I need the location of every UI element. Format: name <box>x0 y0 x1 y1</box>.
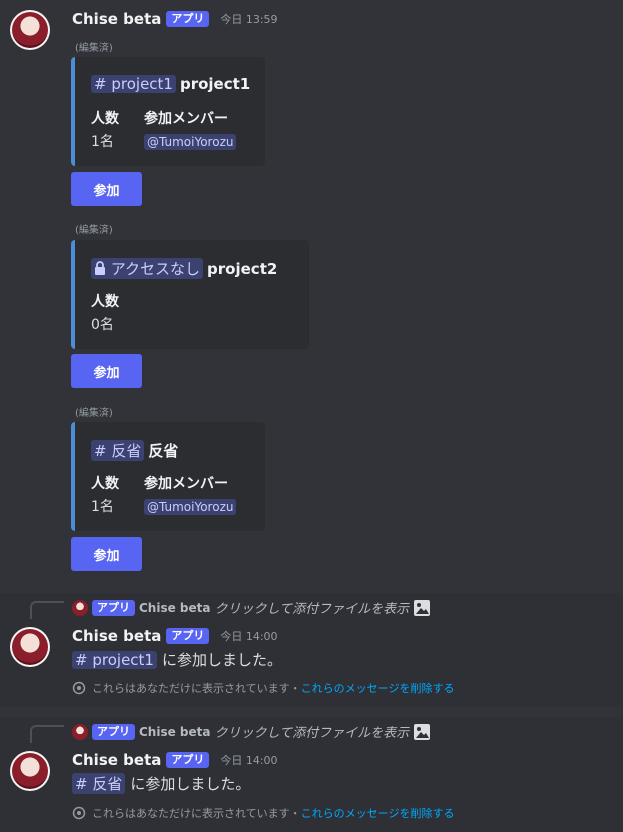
field-count-name: 人数 <box>91 111 119 127</box>
avatar[interactable] <box>10 10 50 50</box>
channel-mention[interactable]: # 反省 <box>91 440 145 461</box>
channel-mention[interactable]: # project1 <box>91 75 176 93</box>
app-badge: アプリ <box>166 628 210 644</box>
channel-mention[interactable]: アクセスなし <box>91 258 204 279</box>
reply-reference[interactable]: アプリ Chise beta クリックして添付ファイルを表示 <box>72 598 431 617</box>
eye-icon <box>72 806 86 820</box>
message-text: に参加しました。 <box>130 775 251 793</box>
app-badge: アプリ <box>92 723 135 740</box>
ephemeral-notice: これらはあなただけに表示されています・ これらのメッセージを削除する <box>72 680 454 696</box>
reply-reference[interactable]: アプリ Chise beta クリックして添付ファイルを表示 <box>72 722 431 741</box>
embed-title-text: project1 <box>179 75 251 93</box>
channel-name: project1 <box>92 650 154 669</box>
timestamp: 今日 13:59 <box>220 13 278 26</box>
reply-connector <box>30 601 64 619</box>
embed-title-text: 反省 <box>148 442 179 460</box>
embed-title: # 反省 反省 <box>91 440 178 461</box>
field-count-name: 人数 <box>91 294 119 310</box>
ephemeral-text: これらはあなただけに表示されています・ <box>92 807 301 820</box>
hash-icon: # <box>94 75 107 93</box>
channel-name: project1 <box>111 75 173 93</box>
field-members-name: 参加メンバー <box>144 111 228 127</box>
embed-title: # project1 project1 <box>91 75 250 93</box>
timestamp: 今日 14:00 <box>220 754 278 767</box>
image-icon <box>414 599 431 616</box>
join-button[interactable]: 参加 <box>71 537 142 571</box>
field-members-name: 参加メンバー <box>144 476 228 492</box>
edited-label: (編集済) <box>75 43 113 54</box>
app-badge: アプリ <box>166 11 210 27</box>
reply-connector <box>30 725 64 743</box>
avatar[interactable] <box>10 751 50 791</box>
message-content: # project1 に参加しました。 <box>72 649 282 670</box>
avatar[interactable] <box>10 627 50 667</box>
hash-icon: # <box>75 650 88 669</box>
ephemeral-notice: これらはあなただけに表示されています・ これらのメッセージを削除する <box>72 805 454 821</box>
mini-avatar <box>72 723 88 740</box>
field-count-name: 人数 <box>91 476 119 492</box>
field-count-value: 1名 <box>91 134 114 150</box>
channel-mention[interactable]: # project1 <box>72 650 157 669</box>
embed-title: アクセスなし project2 <box>91 258 277 279</box>
reply-author: Chise beta <box>139 724 211 739</box>
member-mention[interactable]: @TumoiYorozu <box>144 496 237 515</box>
embed-project1: # project1 project1 人数 1名 参加メンバー @TumoiY… <box>71 57 265 166</box>
message-header: Chise beta アプリ 今日 14:00 <box>72 751 278 769</box>
hash-icon: # <box>75 775 88 793</box>
delete-messages-link[interactable]: これらのメッセージを削除する <box>301 680 455 696</box>
channel-name: 反省 <box>111 442 142 460</box>
channel-mention[interactable]: # 反省 <box>72 773 126 794</box>
embed-project2: アクセスなし project2 人数 0名 <box>71 240 309 349</box>
hash-icon: # <box>94 442 107 460</box>
embed-hansei: # 反省 反省 人数 1名 参加メンバー @TumoiYorozu <box>71 422 265 531</box>
edited-label: (編集済) <box>75 225 113 236</box>
embed-title-text: project2 <box>207 259 278 278</box>
join-button[interactable]: 参加 <box>71 172 142 206</box>
lock-icon <box>95 261 105 275</box>
author-name[interactable]: Chise beta <box>72 627 161 645</box>
app-badge: アプリ <box>92 599 135 616</box>
message-header: Chise beta アプリ 今日 13:59 <box>72 10 278 28</box>
channel-name: 反省 <box>92 775 123 793</box>
field-count-value: 0名 <box>91 317 114 333</box>
message-content: # 反省 に参加しました。 <box>72 773 250 794</box>
member-mention[interactable]: @TumoiYorozu <box>144 131 237 150</box>
author-name[interactable]: Chise beta <box>72 751 161 769</box>
field-count-value: 1名 <box>91 499 114 515</box>
author-name[interactable]: Chise beta <box>72 10 161 28</box>
reply-text: クリックして添付ファイルを表示 <box>214 726 410 741</box>
delete-messages-link[interactable]: これらのメッセージを削除する <box>301 805 455 821</box>
app-badge: アプリ <box>166 752 210 768</box>
timestamp: 今日 14:00 <box>220 630 278 643</box>
eye-icon <box>72 681 86 695</box>
mini-avatar <box>72 599 88 616</box>
reply-text: クリックして添付ファイルを表示 <box>214 602 410 617</box>
channel-name: アクセスなし <box>110 260 201 278</box>
image-icon <box>414 723 431 740</box>
message-text: に参加しました。 <box>161 651 282 669</box>
reply-author: Chise beta <box>139 600 211 615</box>
edited-label: (編集済) <box>75 408 113 419</box>
join-button[interactable]: 参加 <box>71 354 142 388</box>
ephemeral-text: これらはあなただけに表示されています・ <box>92 682 301 695</box>
message-header: Chise beta アプリ 今日 14:00 <box>72 627 278 645</box>
